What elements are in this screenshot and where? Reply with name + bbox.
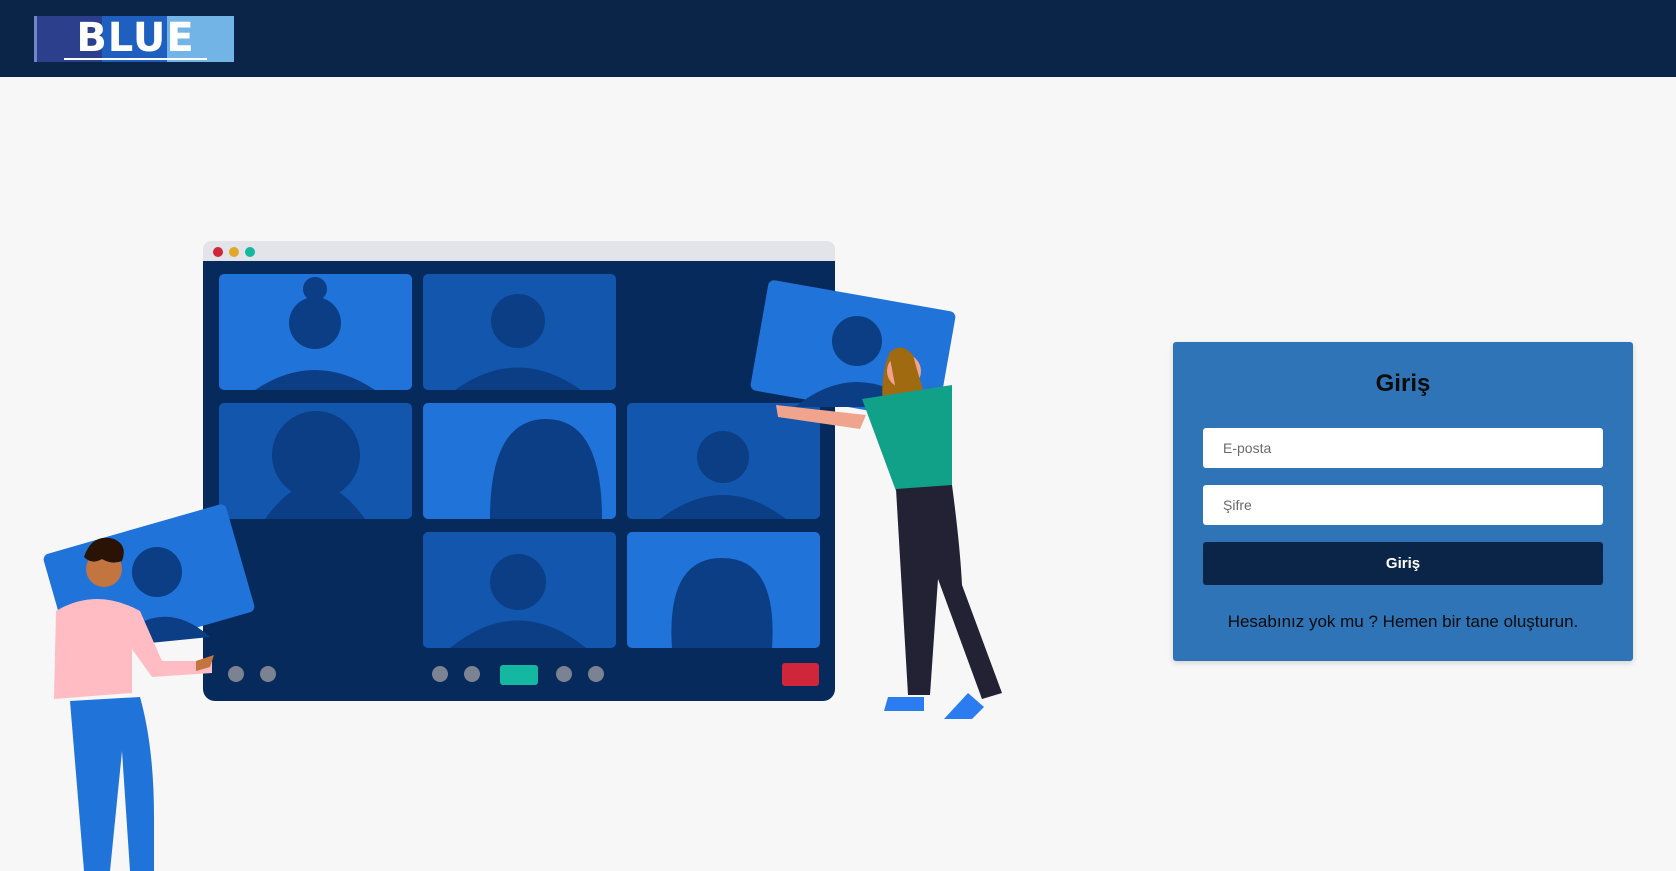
video-conference-illustration bbox=[43, 241, 1002, 871]
login-title: Giriş bbox=[1375, 370, 1431, 397]
window-minimize-dot bbox=[229, 247, 239, 257]
top-navbar: BLUE bbox=[0, 0, 1676, 77]
login-card: Giriş Giriş Hesabınız yok mu ? Hemen bir… bbox=[1173, 342, 1633, 661]
email-field[interactable] bbox=[1203, 428, 1603, 468]
window-close-dot bbox=[213, 247, 223, 257]
window-maximize-dot bbox=[245, 247, 255, 257]
logo-text: BLUE bbox=[64, 18, 207, 60]
password-field[interactable] bbox=[1203, 485, 1603, 525]
signup-link[interactable]: Hesabınız yok mu ? Hemen bir tane oluştu… bbox=[1173, 612, 1633, 632]
login-button[interactable]: Giriş bbox=[1203, 542, 1603, 585]
blue-logo[interactable]: BLUE bbox=[34, 16, 234, 62]
conference-window bbox=[203, 241, 835, 701]
